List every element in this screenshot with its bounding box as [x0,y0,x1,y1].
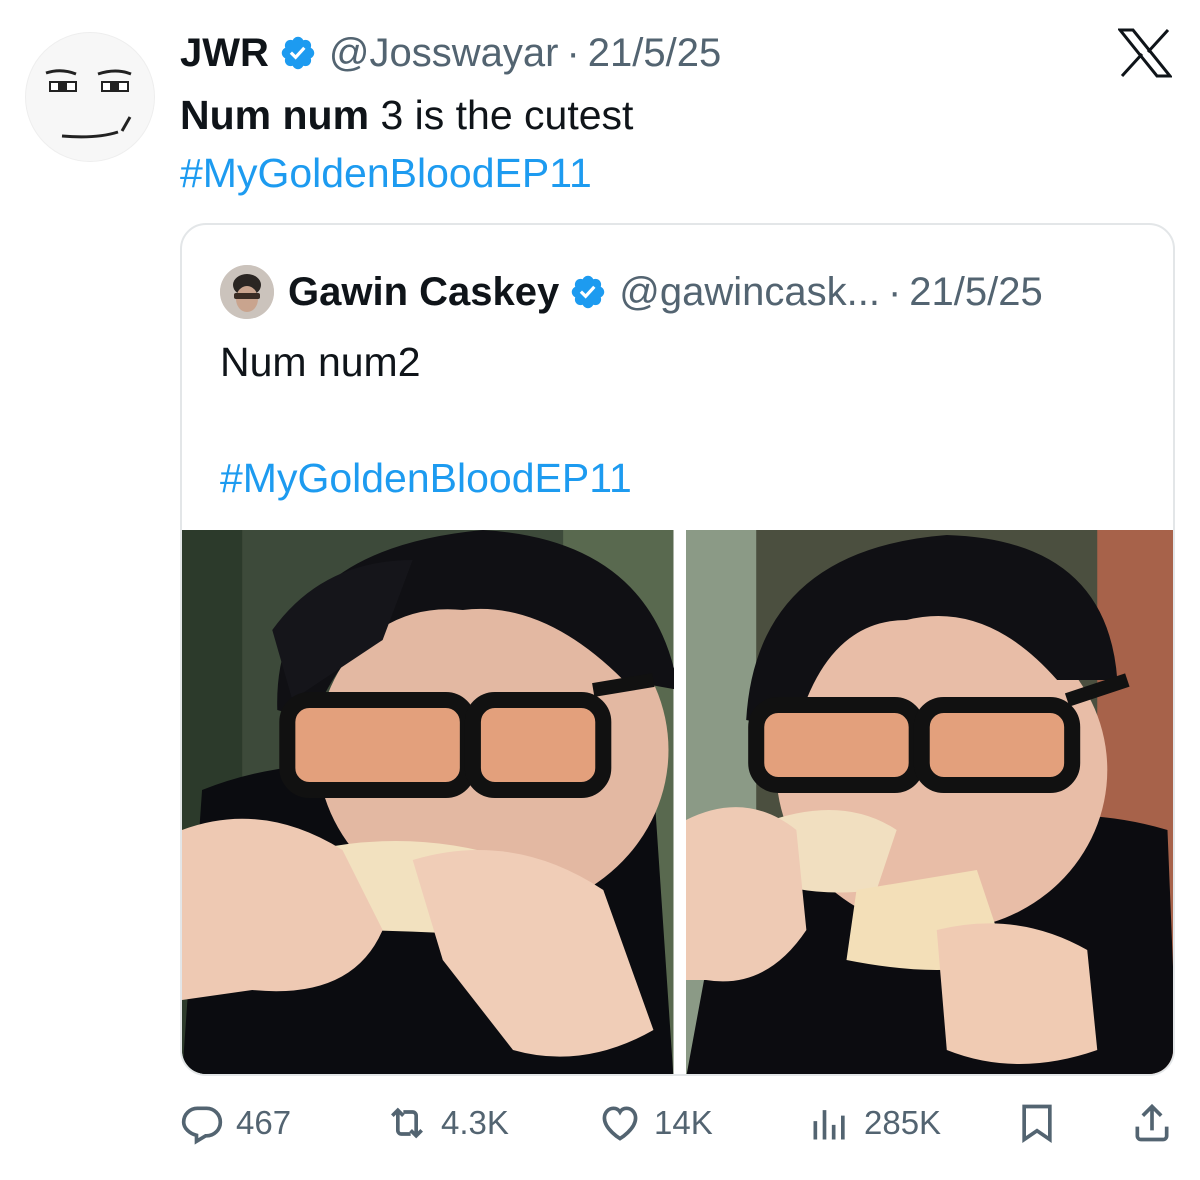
photo-2[interactable] [685,530,1173,1074]
tweet-text-bold: Num num [180,92,370,138]
quoted-author-handle[interactable]: @gawincask... [619,270,880,315]
reply-button[interactable]: 467 [180,1098,291,1148]
author-handle[interactable]: @Josswayar [329,31,559,76]
separator-dot: · [887,269,902,314]
photo-1-image [182,530,674,1074]
views-button[interactable]: 285K [808,1098,941,1148]
separator-dot: · [566,30,580,75]
photo-1[interactable] [182,530,674,1074]
views-count: 285K [864,1104,942,1141]
repost-icon [391,1107,423,1139]
x-logo-icon [1116,28,1174,78]
quoted-author-avatar[interactable] [220,265,274,319]
quoted-tweet-card[interactable]: Gawin Caskey @gawincask... · 21/5/25 Num… [180,223,1175,1076]
quoted-tweet-text: Num num2 [220,339,421,385]
tweet-header: JWR @Josswayar · 21/5/25 [180,28,721,78]
tweet-text: Num num 3 is the cutest [180,90,633,140]
verified-badge-icon [569,273,607,311]
quoted-tweet-hashtag-link[interactable]: #MyGoldenBloodEP11 [220,453,632,503]
tweet-date[interactable]: 21/5/25 [588,31,721,76]
tweet-hashtag-link[interactable]: #MyGoldenBloodEP11 [180,148,592,198]
quoted-tweet-header: Gawin Caskey @gawincask... · 21/5/25 [220,265,1043,319]
share-icon [1135,1103,1169,1142]
verified-badge-icon [279,34,317,72]
repost-button[interactable]: 4.3K [385,1098,509,1148]
quoted-tweet-date[interactable]: 21/5/25 [909,270,1042,315]
heart-icon [602,1106,638,1141]
quoted-author-name[interactable]: Gawin Caskey [288,270,559,315]
reply-count: 467 [236,1104,292,1141]
author-name[interactable]: JWR [180,31,269,76]
like-count: 14K [654,1104,713,1141]
meme-face-avatar-image [45,69,132,139]
share-button[interactable] [1130,1098,1186,1148]
quoted-tweet-media [182,530,1173,1074]
author-avatar[interactable] [25,32,155,162]
tweet-action-bar: 467 4.3K 14K 285K [180,1098,1175,1148]
bookmark-button[interactable] [1015,1098,1071,1148]
repost-count: 4.3K [441,1104,509,1141]
tweet-text-rest: 3 is the cutest [369,92,634,138]
views-icon [813,1110,845,1140]
reply-icon [181,1106,223,1145]
photo-2-image [685,530,1173,1074]
bookmark-icon [1022,1104,1052,1143]
like-button[interactable]: 14K [598,1098,713,1148]
